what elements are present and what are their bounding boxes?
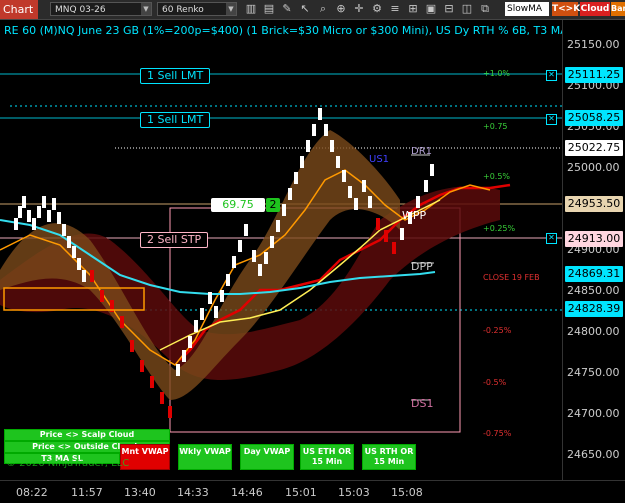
interval-label: 60 Renko xyxy=(162,5,204,15)
settings-icon[interactable]: ⚙ xyxy=(370,2,384,16)
level-price-tag: 24953.50 xyxy=(565,196,623,212)
us-rth-or-button[interactable]: US RTH OR 15 Min xyxy=(362,444,416,470)
draw-icon[interactable]: ✎ xyxy=(280,2,294,16)
chart-header: RE 60 (M)NQ June 23 GB (1%=200p=$400) (1… xyxy=(4,24,585,37)
time-tick-label: 15:08 xyxy=(391,486,423,499)
price-tick-label: 24700.00 xyxy=(567,407,620,420)
zoom-in-icon[interactable]: ⊕ xyxy=(334,2,348,16)
scalp-cloud-alert-button[interactable]: Price <> Scalp Cloud xyxy=(4,429,170,441)
strategy-icon[interactable]: ◫ xyxy=(460,2,474,16)
price-tick-label: 24750.00 xyxy=(567,366,620,379)
chevron-down-icon: ▼ xyxy=(226,3,236,15)
sell-limit-order-2[interactable]: 1 Sell LMT xyxy=(140,112,211,128)
zoom-out-icon[interactable]: ⊟ xyxy=(442,2,456,16)
indicator-selector[interactable]: SlowMA xyxy=(505,2,549,16)
list-icon[interactable]: ≡ xyxy=(388,2,402,16)
search-icon[interactable]: ⌕ xyxy=(316,2,330,16)
template-icon[interactable]: ⧉ xyxy=(478,2,492,16)
cloud-toggle-button[interactable]: Cloud xyxy=(580,2,610,16)
sell-stop-order[interactable]: 2 Sell STP xyxy=(140,232,209,248)
wpp-label: WPP xyxy=(402,209,427,222)
indicator-label: SlowMA xyxy=(507,4,543,14)
crosshair-icon[interactable]: ✛ xyxy=(352,2,366,16)
indicator-icon[interactable]: ⊞ xyxy=(406,2,420,16)
time-tick-label: 15:01 xyxy=(285,486,317,499)
time-tick-label: 14:46 xyxy=(231,486,263,499)
order-price-tag: 25111.25 xyxy=(565,67,623,83)
us-eth-or-button[interactable]: US ETH OR 15 Min xyxy=(300,444,354,470)
ma-price-tag: 24828.39 xyxy=(565,301,623,317)
time-tick-label: 08:22 xyxy=(16,486,48,499)
close-order-icon[interactable]: ✕ xyxy=(546,114,557,125)
close-order-icon[interactable]: ✕ xyxy=(546,70,557,81)
stop-price-field[interactable]: 69.75 xyxy=(211,198,265,212)
time-tick-label: 15:03 xyxy=(338,486,370,499)
chevron-down-icon: ▼ xyxy=(141,3,151,15)
percent-label: +0.5% xyxy=(483,172,511,181)
bar-toggle-button[interactable]: Bar xyxy=(611,2,625,16)
bar-style-icon[interactable]: ▥ xyxy=(244,2,258,16)
ma-price-tag: 24869.31 xyxy=(565,266,623,282)
percent-label: -0.5% xyxy=(483,378,507,387)
copyright-label: © 2026 NinjaTrader, LLC xyxy=(6,458,130,469)
us1-label: US1 xyxy=(369,154,390,165)
stop-price-tag: 24913.00 xyxy=(565,231,623,247)
pointer-icon[interactable]: ↖ xyxy=(298,2,312,16)
percent-label: +1.0% xyxy=(483,69,511,78)
ds1-label: DS1 xyxy=(411,397,434,410)
chart-plot-area[interactable] xyxy=(0,20,562,480)
time-tick-label: 14:33 xyxy=(177,486,209,499)
price-tick-label: 24650.00 xyxy=(567,448,620,461)
percent-label: -0.25% xyxy=(483,326,512,335)
dr1-label: DR1 xyxy=(411,146,433,157)
price-tick-label: 25150.00 xyxy=(567,38,620,51)
properties-icon[interactable]: ▣ xyxy=(424,2,438,16)
price-axis[interactable]: 25150.00 25100.00 25050.00 25000.00 2495… xyxy=(562,20,625,480)
sell-limit-order-1[interactable]: 1 Sell LMT xyxy=(140,68,211,84)
stop-quantity-field[interactable]: 2 xyxy=(266,198,280,212)
instrument-label: MNQ 03-26 xyxy=(55,5,106,15)
interval-selector[interactable]: 60 Renko ▼ xyxy=(157,2,237,16)
price-tick-label: 25000.00 xyxy=(567,161,620,174)
weekly-vwap-button[interactable]: Wkly VWAP xyxy=(178,444,232,470)
dpp-label: DPP xyxy=(411,260,433,273)
time-tick-label: 13:40 xyxy=(124,486,156,499)
price-tick-label: 24800.00 xyxy=(567,325,620,338)
order-price-tag: 25058.25 xyxy=(565,110,623,126)
plus-icon[interactable]: ▤ xyxy=(262,2,276,16)
tk-toggle-button[interactable]: T<>K xyxy=(552,2,580,16)
close-order-icon[interactable]: ✕ xyxy=(546,233,557,244)
time-tick-label: 11:57 xyxy=(71,486,103,499)
day-vwap-button[interactable]: Day VWAP xyxy=(240,444,294,470)
percent-label: +0.75 xyxy=(483,122,508,131)
chart-toolbar: Chart MNQ 03-26 ▼ 60 Renko ▼ ▥ ▤ ✎ ↖ ⌕ ⊕… xyxy=(0,0,625,20)
last-price-tag: 25022.75 xyxy=(565,140,623,156)
time-axis[interactable]: 08:22 11:57 13:40 14:33 14:46 15:01 15:0… xyxy=(0,480,625,503)
percent-label: +0.25% xyxy=(483,224,516,233)
instrument-selector[interactable]: MNQ 03-26 ▼ xyxy=(50,2,152,16)
chart-tab[interactable]: Chart xyxy=(0,0,38,19)
close-level-label: CLOSE 19 FEB xyxy=(483,273,540,282)
price-tick-label: 24850.00 xyxy=(567,284,620,297)
percent-label: -0.75% xyxy=(483,429,512,438)
